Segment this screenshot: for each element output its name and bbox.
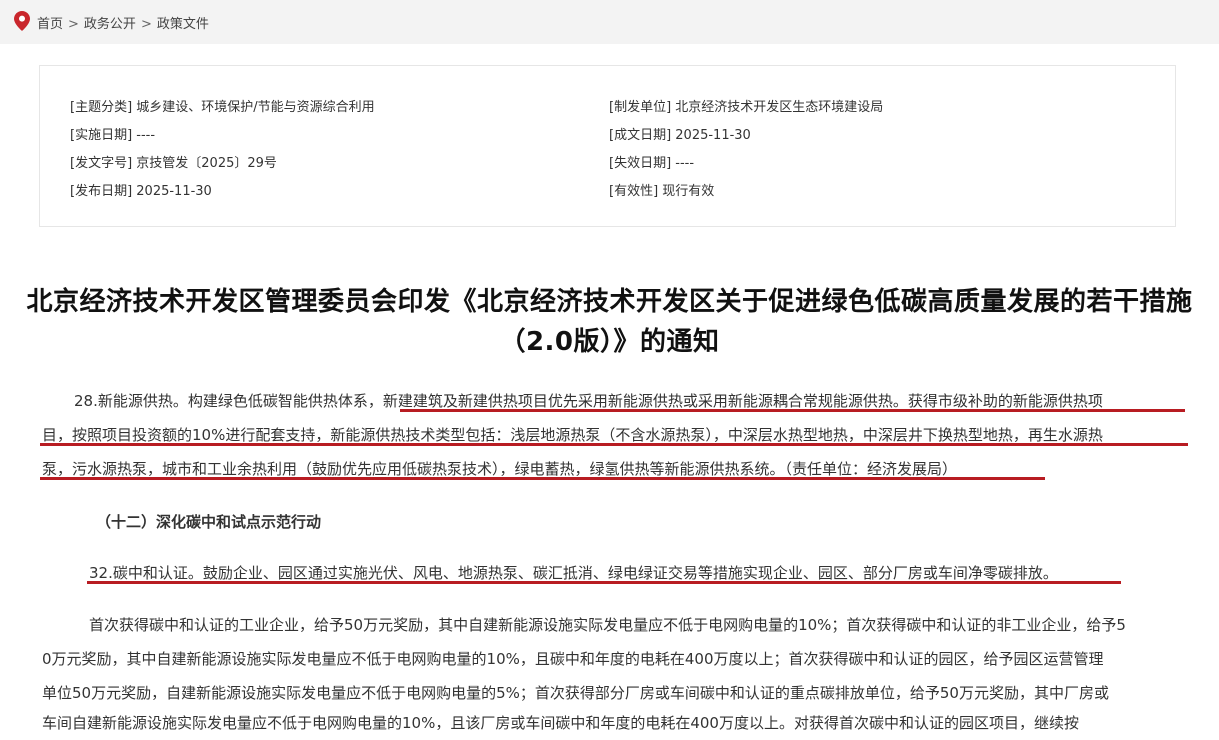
highlight-underline bbox=[40, 477, 1045, 480]
meta-validity: [有效性] 现行有效 bbox=[609, 184, 715, 199]
paragraph-28-line-1: 28.新能源供热。构建绿色低碳智能供热体系，新建建筑及新建供热项目优先采用新能源… bbox=[74, 392, 1103, 410]
award-paragraph-line-1: 首次获得碳中和认证的工业企业，给予50万元奖励，其中自建新能源设施实际发电量应不… bbox=[89, 616, 1126, 634]
meta-written-date: [成文日期] 2025-11-30 bbox=[609, 128, 751, 143]
meta-subject: [主题分类] 城乡建设、环境保护/节能与资源综合利用 bbox=[70, 100, 375, 115]
award-paragraph-line-3: 单位50万元奖励，自建新能源设施实际发电量应不低于电网购电量的5%；首次获得部分… bbox=[42, 684, 1109, 702]
breadcrumb-separator: > bbox=[140, 17, 152, 32]
document-metadata-box: [主题分类] 城乡建设、环境保护/节能与资源综合利用 [制发单位] 北京经济技术… bbox=[39, 65, 1176, 227]
meta-doc-number: [发文字号] 京技管发〔2025〕29号 bbox=[70, 156, 277, 171]
breadcrumb-bar: 首页 > 政务公开 > 政策文件 bbox=[0, 0, 1219, 44]
location-pin-icon bbox=[14, 11, 30, 31]
highlight-underline bbox=[87, 581, 1121, 584]
award-paragraph-line-4: 车间自建新能源设施实际发电量应不低于电网购电量的10%，且该厂房或车间碳中和年度… bbox=[42, 714, 1079, 732]
section-heading-12: （十二）深化碳中和试点示范行动 bbox=[96, 513, 322, 531]
breadcrumb-home-link[interactable]: 首页 bbox=[37, 17, 63, 32]
breadcrumb-separator: > bbox=[68, 17, 79, 32]
meta-effective-date: [实施日期] ---- bbox=[70, 128, 156, 143]
breadcrumb: 首页 > 政务公开 > 政策文件 bbox=[37, 13, 209, 32]
meta-publish-date: [发布日期] 2025-11-30 bbox=[70, 184, 212, 199]
award-paragraph-line-2: 0万元奖励，其中自建新能源设施实际发电量应不低于电网购电量的10%，且碳中和年度… bbox=[42, 650, 1104, 668]
highlight-underline bbox=[400, 409, 1185, 412]
meta-issuer: [制发单位] 北京经济技术开发区生态环境建设局 bbox=[609, 100, 884, 115]
article-title: 北京经济技术开发区管理委员会印发《北京经济技术开发区关于促进绿色低碳高质量发展的… bbox=[26, 287, 1193, 357]
paragraph-32: 32.碳中和认证。鼓励企业、园区通过实施光伏、风电、地源热泵、碳汇抵消、绿电绿证… bbox=[89, 564, 1058, 582]
highlight-underline bbox=[40, 443, 1188, 446]
breadcrumb-gov-affairs-link[interactable]: 政务公开 bbox=[84, 17, 136, 32]
paragraph-28-line-3: 泵，污水源热泵，城市和工业余热利用（鼓励优先应用低碳热泵技术），绿电蓄热，绿氢供… bbox=[42, 460, 958, 478]
paragraph-28-line-2: 目，按照项目投资额的10%进行配套支持，新能源供热技术类型包括：浅层地源热泵（不… bbox=[42, 426, 1103, 444]
breadcrumb-policy-docs-link[interactable]: 政策文件 bbox=[157, 17, 209, 32]
meta-expiry-date: [失效日期] ---- bbox=[609, 156, 695, 171]
